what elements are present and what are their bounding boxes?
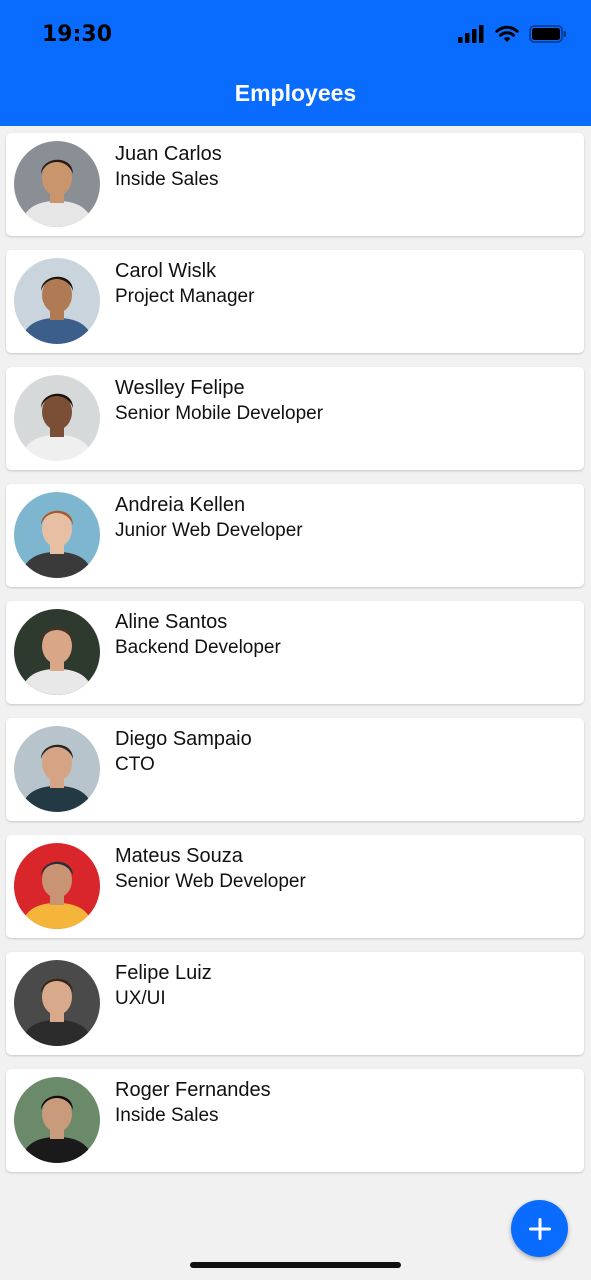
avatar xyxy=(14,258,100,344)
app-header: 19:30 Employees xyxy=(0,0,591,126)
avatar xyxy=(14,492,100,578)
employee-name: Roger Fernandes xyxy=(115,1079,271,1101)
signal-icon xyxy=(458,25,484,43)
status-icons xyxy=(457,25,567,43)
employee-name: Carol Wislk xyxy=(115,260,217,282)
avatar xyxy=(14,726,100,812)
avatar xyxy=(14,141,100,227)
employee-role: Project Manager xyxy=(115,286,255,307)
employee-card[interactable]: Mateus Souza Senior Web Developer xyxy=(6,835,584,938)
employee-role: Senior Web Developer xyxy=(115,871,306,892)
employee-card[interactable]: Carol Wislk Project Manager xyxy=(6,250,584,353)
employee-role: Inside Sales xyxy=(115,1105,219,1126)
battery-icon xyxy=(529,25,566,43)
employee-name: Felipe Luiz xyxy=(115,962,212,984)
avatar xyxy=(14,843,100,929)
employee-role: Junior Web Developer xyxy=(115,520,303,541)
employee-card[interactable]: Felipe Luiz UX/UI xyxy=(6,952,584,1055)
employee-role: Inside Sales xyxy=(115,169,219,190)
employee-name: Weslley Felipe xyxy=(115,377,245,399)
status-time: 19:30 xyxy=(42,22,113,47)
avatar xyxy=(14,375,100,461)
home-indicator xyxy=(190,1262,401,1268)
avatar xyxy=(14,609,100,695)
add-employee-button[interactable] xyxy=(511,1200,568,1257)
employee-card[interactable]: Juan Carlos Inside Sales xyxy=(6,133,584,236)
employee-role: Senior Mobile Developer xyxy=(115,403,324,424)
wifi-icon xyxy=(495,25,519,42)
employee-list: Juan Carlos Inside Sales Carol Wislk Pro… xyxy=(6,133,584,1186)
employee-role: UX/UI xyxy=(115,988,166,1009)
plus-icon xyxy=(528,1217,551,1240)
avatar xyxy=(14,960,100,1046)
employee-card[interactable]: Diego Sampaio CTO xyxy=(6,718,584,821)
employee-name: Diego Sampaio xyxy=(115,728,252,750)
page-title: Employees xyxy=(234,80,357,106)
employee-name: Aline Santos xyxy=(115,611,228,633)
employee-card[interactable]: Aline Santos Backend Developer xyxy=(6,601,584,704)
avatar xyxy=(14,1077,100,1163)
employee-name: Andreia Kellen xyxy=(115,494,246,516)
employee-name: Juan Carlos xyxy=(115,143,222,165)
employee-name: Mateus Souza xyxy=(115,845,243,867)
employee-card[interactable]: Weslley Felipe Senior Mobile Developer xyxy=(6,367,584,470)
employee-role: CTO xyxy=(115,754,155,775)
employee-card[interactable]: Roger Fernandes Inside Sales xyxy=(6,1069,584,1172)
employee-card[interactable]: Andreia Kellen Junior Web Developer xyxy=(6,484,584,587)
employee-role: Backend Developer xyxy=(115,637,281,658)
